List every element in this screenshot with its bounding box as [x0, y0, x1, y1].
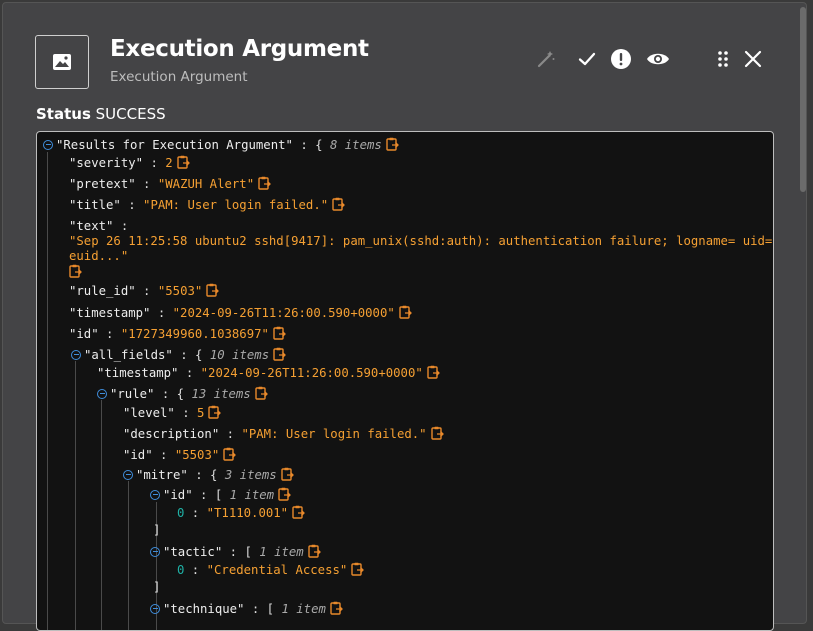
copy-icon[interactable] — [176, 155, 190, 173]
tree-node-mitre-id[interactable]: "id" : [ 1 item — [150, 487, 291, 505]
status-label: Status — [36, 105, 91, 123]
copy-icon[interactable] — [399, 305, 412, 323]
tree-node-root[interactable]: "Results for Execution Argument" : { 8 i… — [43, 137, 399, 155]
copy-icon[interactable] — [307, 544, 321, 562]
copy-icon[interactable] — [386, 137, 399, 155]
collapse-toggle-icon[interactable] — [123, 470, 133, 480]
collapse-toggle-icon[interactable] — [150, 547, 160, 557]
tree-value-text-line1: "Sep 26 11:25:58 ubuntu2 sshd[9417]: pam… — [69, 234, 774, 248]
tree-guide — [128, 481, 129, 630]
tree-node-pretext[interactable]: "pretext" : "WAZUH Alert" — [69, 176, 272, 194]
copy-icon[interactable] — [280, 467, 294, 485]
tree-node-mitre[interactable]: "mitre" : { 3 items — [123, 467, 294, 485]
tree-guide — [101, 400, 102, 630]
collapse-toggle-icon[interactable] — [150, 604, 160, 614]
tree-value-text-line2: euid..." — [69, 249, 129, 263]
tree-node-mitre-id-0[interactable]: 0 : "T1110.001" — [177, 505, 305, 523]
tree-node-level[interactable]: "level" : 5 — [123, 405, 222, 423]
tree-bracket-close: ] — [153, 523, 161, 537]
tree-bracket-close: ] — [153, 580, 161, 594]
tree-node-id[interactable]: "id" : "1727349960.1038697" — [69, 326, 286, 344]
drag-grid-icon[interactable] — [711, 47, 735, 71]
tree-node-all-fields[interactable]: "all_fields" : { 10 items — [71, 347, 287, 365]
copy-icon[interactable] — [254, 386, 268, 404]
tree-node-rule[interactable]: "rule" : { 13 items — [97, 386, 268, 404]
copy-icon[interactable] — [223, 447, 237, 465]
copy-icon[interactable] — [430, 426, 444, 444]
tree-node-text[interactable]: "text" : — [69, 218, 128, 234]
collapse-toggle-icon[interactable] — [71, 350, 81, 360]
tree-node-tactic-0[interactable]: 0 : "Credential Access" — [177, 562, 365, 580]
collapse-toggle-icon[interactable] — [150, 490, 160, 500]
tree-node-tactic[interactable]: "tactic" : [ 1 item — [150, 544, 321, 562]
copy-icon[interactable] — [332, 197, 346, 215]
tree-node-description[interactable]: "description" : "PAM: User login failed.… — [123, 426, 444, 444]
page-title: Execution Argument — [110, 36, 369, 62]
copy-icon[interactable] — [292, 505, 305, 523]
copy-icon[interactable] — [278, 487, 291, 505]
copy-icon[interactable] — [208, 405, 222, 423]
copy-icon[interactable] — [273, 326, 286, 344]
close-icon[interactable] — [741, 47, 765, 71]
tree-node-rule-id[interactable]: "rule_id" : "5503" — [69, 283, 220, 301]
collapse-toggle-icon[interactable] — [43, 140, 53, 150]
copy-icon[interactable] — [273, 347, 287, 365]
status-line: Status SUCCESS — [36, 105, 166, 123]
copy-icon[interactable] — [206, 283, 220, 301]
json-viewer[interactable]: "Results for Execution Argument" : { 8 i… — [36, 131, 774, 631]
tree-guide — [75, 361, 76, 630]
image-icon — [35, 35, 89, 89]
copy-icon[interactable] — [258, 176, 272, 194]
status-value: SUCCESS — [95, 105, 166, 123]
copy-icon[interactable] — [351, 562, 365, 580]
execution-argument-panel: Execution Argument Execution Argument St… — [2, 2, 807, 631]
check-icon[interactable] — [575, 47, 599, 71]
tree-node-title[interactable]: "title" : "PAM: User login failed." — [69, 197, 346, 215]
eye-icon[interactable] — [646, 47, 670, 71]
tree-node-text-copy[interactable] — [65, 264, 82, 282]
tree-node-rule-id2[interactable]: "id" : "5503" — [123, 447, 237, 465]
collapse-toggle-icon[interactable] — [97, 389, 107, 399]
panel-scrollbar[interactable] — [800, 7, 806, 192]
alert-circle-icon[interactable] — [609, 47, 633, 71]
tree-node-af-timestamp[interactable]: "timestamp" : "2024-09-26T11:26:00.590+0… — [97, 365, 440, 383]
tree-node-technique[interactable]: "technique" : [ 1 item — [150, 601, 343, 619]
copy-icon[interactable] — [427, 365, 440, 383]
page-subtitle: Execution Argument — [110, 69, 248, 85]
tree-node-timestamp[interactable]: "timestamp" : "2024-09-26T11:26:00.590+0… — [69, 305, 412, 323]
copy-icon[interactable] — [69, 264, 82, 282]
copy-icon[interactable] — [330, 601, 343, 619]
tree-guide — [47, 152, 48, 630]
tree-node-severity[interactable]: "severity" : 2 — [69, 155, 190, 173]
magic-wand-icon[interactable] — [534, 47, 558, 71]
